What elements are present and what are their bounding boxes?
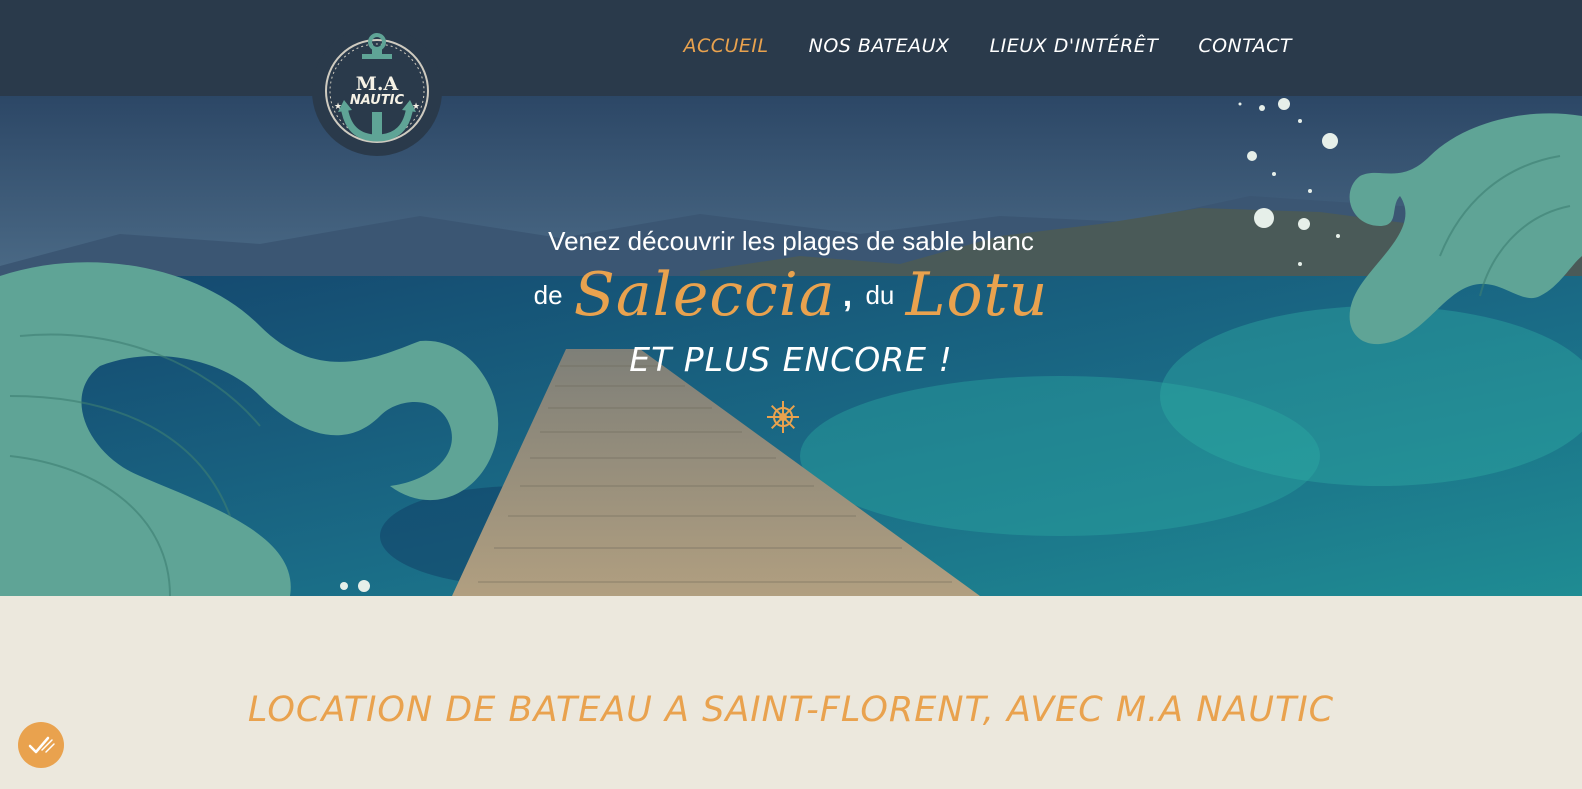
hero-word-de: de <box>533 280 563 311</box>
site-logo[interactable]: ★ ★ M.A NAUTIC <box>312 26 442 156</box>
nav-link-nos-bateaux[interactable]: NOS BATEAUX <box>809 34 950 58</box>
nav-link-contact[interactable]: CONTACT <box>1198 34 1292 58</box>
place-name-saleccia: Saleccia <box>573 260 836 331</box>
logo-subtitle: NAUTIC <box>349 93 405 108</box>
ship-wheel-icon <box>767 401 799 433</box>
hero-comma: , <box>842 276 853 315</box>
hero-word-du: du <box>865 280 895 311</box>
navbar: ACCUEIL NOS BATEAUX LIEUX D'INTÉRÊT CONT… <box>0 0 1582 96</box>
nav-link-lieux-interet[interactable]: LIEUX D'INTÉRÊT <box>990 34 1159 58</box>
section-title: LOCATION DE BATEAU A SAINT-FLORENT, AVEC… <box>247 690 1335 730</box>
hero-line-2: de Saleccia , du Lotu <box>0 258 1582 330</box>
hero-banner: Venez découvrir les plages de sable blan… <box>0 96 1582 596</box>
place-name-lotu: Lotu <box>905 260 1049 331</box>
intro-section: LOCATION DE BATEAU A SAINT-FLORENT, AVEC… <box>0 596 1582 789</box>
nav-link-accueil[interactable]: ACCUEIL <box>683 34 768 58</box>
main-nav: ACCUEIL NOS BATEAUX LIEUX D'INTÉRÊT CONT… <box>683 34 1292 58</box>
cookie-consent-icon <box>28 736 55 754</box>
hero-line-3: ET PLUS ENCORE ! <box>629 340 953 379</box>
cookie-consent-button[interactable] <box>18 722 64 768</box>
hero-line-1: Venez découvrir les plages de sable blan… <box>548 226 1034 256</box>
logo-title: M.A <box>355 73 399 95</box>
